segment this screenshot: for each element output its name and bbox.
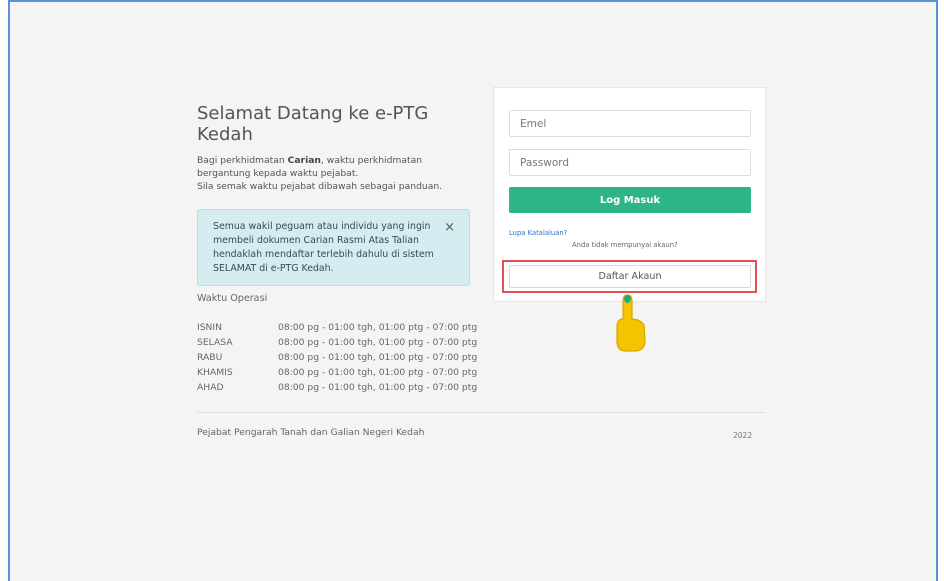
day-cell: ISNIN <box>197 322 222 333</box>
operating-hours-title: Waktu Operasi <box>197 293 268 304</box>
alert-text: Semua wakil peguam atau individu yang in… <box>213 221 434 274</box>
page-frame <box>8 0 938 581</box>
table-row: ISNIN 08:00 pg - 01:00 tgh, 01:00 ptg - … <box>197 320 477 335</box>
no-account-text: Anda tidak mempunyai akaun? <box>572 241 678 249</box>
hours-cell: 08:00 pg - 01:00 tgh, 01:00 ptg - 07:00 … <box>278 352 478 363</box>
forgot-password-link[interactable]: Lupa Katalaluan? <box>509 229 567 237</box>
table-row: RABU 08:00 pg - 01:00 tgh, 01:00 ptg - 0… <box>197 350 477 365</box>
footer-organization: Pejabat Pengarah Tanah dan Galian Negeri… <box>197 427 425 438</box>
table-row: SELASA 08:00 pg - 01:00 tgh, 01:00 ptg -… <box>197 335 477 350</box>
close-icon[interactable]: × <box>444 221 455 234</box>
register-highlight-box <box>502 260 757 293</box>
intro-prefix: Bagi perkhidmatan <box>197 155 288 166</box>
day-cell: AHAD <box>197 382 224 393</box>
day-cell: RABU <box>197 352 223 363</box>
table-row: KHAMIS 08:00 pg - 01:00 tgh, 01:00 ptg -… <box>197 365 477 380</box>
email-field[interactable] <box>509 110 751 137</box>
login-button[interactable]: Log Masuk <box>509 187 751 213</box>
page-title: Selamat Datang ke e-PTG Kedah <box>197 103 429 145</box>
hours-cell: 08:00 pg - 01:00 tgh, 01:00 ptg - 07:00 … <box>278 382 478 393</box>
intro-text: Bagi perkhidmatan Carian, waktu perkhidm… <box>197 154 467 193</box>
day-cell: KHAMIS <box>197 367 233 378</box>
hours-cell: 08:00 pg - 01:00 tgh, 01:00 ptg - 07:00 … <box>278 367 478 378</box>
hours-cell: 08:00 pg - 01:00 tgh, 01:00 ptg - 07:00 … <box>278 337 478 348</box>
password-field[interactable] <box>509 149 751 176</box>
info-alert: Semua wakil peguam atau individu yang in… <box>197 209 470 286</box>
intro-bold: Carian <box>287 155 321 166</box>
footer-year: 2022 <box>733 431 753 440</box>
day-cell: SELASA <box>197 337 233 348</box>
hours-cell: 08:00 pg - 01:00 tgh, 01:00 ptg - 07:00 … <box>278 322 478 333</box>
intro-line2: Sila semak waktu pejabat dibawah sebagai… <box>197 181 443 192</box>
hand-pointer-icon <box>616 294 646 352</box>
footer-divider <box>197 412 766 413</box>
table-row: AHAD 08:00 pg - 01:00 tgh, 01:00 ptg - 0… <box>197 380 477 395</box>
operating-hours-table: ISNIN 08:00 pg - 01:00 tgh, 01:00 ptg - … <box>197 320 477 395</box>
